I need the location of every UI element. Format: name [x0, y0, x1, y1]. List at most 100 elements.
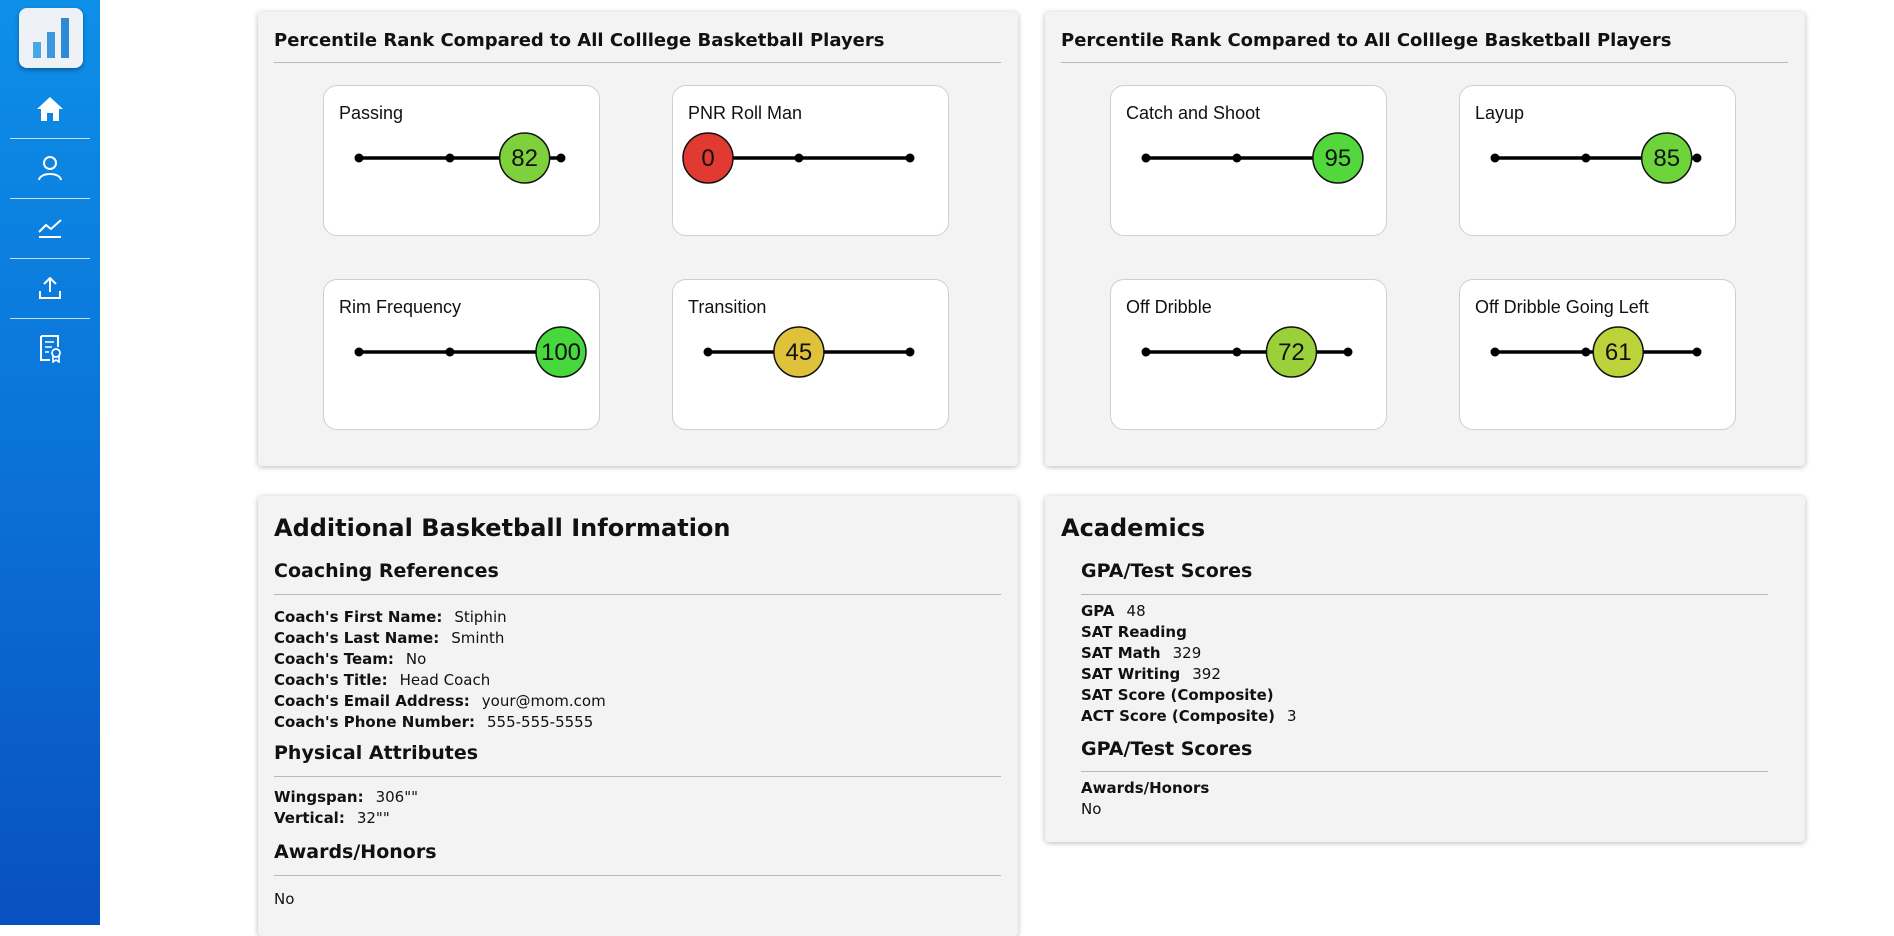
awards-heading: Awards/Honors	[274, 841, 437, 863]
metric-label: Layup	[1475, 103, 1525, 123]
home-icon	[37, 97, 63, 121]
slider-tick	[905, 347, 915, 357]
percentile-slider: 61	[1490, 326, 1702, 378]
nav-profile[interactable]	[10, 139, 90, 197]
certificate-document-icon	[40, 335, 61, 363]
percentile-card: Transition 45	[672, 279, 949, 430]
coach-last-name: Coach's Last Name: Sminth	[274, 629, 505, 647]
metric-label: Catch and Shoot	[1126, 103, 1261, 123]
percentile-value: 61	[1605, 339, 1632, 366]
academics-panel: Academics GPA/Test Scores GPA 48 SAT Read…	[1045, 496, 1805, 842]
slider-tick	[1232, 153, 1242, 163]
slider-tick	[794, 153, 804, 163]
slider-tick	[1141, 347, 1151, 357]
coach-phone: Coach's Phone Number: 555-555-5555	[274, 713, 594, 731]
coaching-references-heading: Coaching References	[274, 560, 499, 582]
metric-label: PNR Roll Man	[688, 103, 803, 123]
percentile-slider: 85	[1490, 132, 1702, 184]
percentile-panel-2: Percentile Rank Compared to All Colllege…	[1045, 12, 1805, 466]
percentile-card: Off Dribble 72	[1110, 279, 1387, 430]
percentile-slider: 45	[703, 326, 915, 378]
slider-tick	[1692, 153, 1702, 163]
percentile-value: 85	[1653, 145, 1680, 172]
percentile-slider: 100	[354, 326, 587, 378]
slider-tick	[1581, 153, 1591, 163]
percentile-slider: 95	[1141, 132, 1364, 184]
metric-label: Rim Frequency	[339, 297, 462, 317]
section-divider	[274, 776, 1001, 777]
section-title: Academics	[1061, 514, 1206, 542]
section-title: Additional Basketball Information	[274, 514, 731, 542]
metric-label: Off Dribble	[1126, 297, 1212, 317]
slider-tick	[1692, 347, 1702, 357]
nav-stats[interactable]	[10, 199, 90, 257]
gpa-row: GPA 48	[1081, 602, 1146, 620]
nav-home[interactable]	[10, 80, 90, 138]
percentile-card: Layup 85	[1459, 85, 1736, 236]
coach-first-name: Coach's First Name: Stiphin	[274, 608, 507, 626]
app-logo[interactable]	[19, 8, 83, 68]
percentile-value: 95	[1325, 145, 1352, 172]
nav-upload[interactable]	[10, 259, 90, 317]
awards-value: No	[274, 890, 295, 908]
percentile-value: 45	[786, 339, 813, 366]
section-divider	[274, 875, 1001, 876]
section-divider	[274, 594, 1001, 595]
slider-tick	[354, 153, 364, 163]
slider-tick	[1232, 347, 1242, 357]
metric-label: Transition	[688, 297, 767, 317]
percentile-value: 72	[1278, 339, 1305, 366]
slider-tick	[445, 153, 455, 163]
gpa-heading-secondary: GPA/Test Scores	[1081, 738, 1253, 760]
percentile-value: 0	[701, 145, 714, 172]
percentile-card: Passing 82	[323, 85, 600, 236]
metric-label: Off Dribble Going Left	[1475, 297, 1649, 317]
section-divider	[1081, 771, 1768, 772]
slider-tick	[1581, 347, 1591, 357]
awards-value: No	[1081, 800, 1102, 818]
percentile-panel-1: Percentile Rank Compared to All Colllege…	[258, 12, 1018, 466]
additional-info-panel: Additional Basketball Information Coachi…	[258, 496, 1018, 936]
coach-title: Coach's Title: Head Coach	[274, 671, 491, 689]
panel-title: Percentile Rank Compared to All Colllege…	[274, 30, 885, 51]
wingspan: Wingspan: 306""	[274, 788, 419, 806]
percentile-card: Off Dribble Going Left 61	[1459, 279, 1736, 430]
slider-tick	[1490, 347, 1500, 357]
slider-tick	[905, 153, 915, 163]
sat-math-row: SAT Math 329	[1081, 644, 1202, 662]
sat-composite-row: SAT Score (Composite)	[1081, 686, 1274, 704]
user-icon	[38, 156, 62, 181]
bar-chart-logo-icon	[33, 18, 69, 58]
slider-tick	[1141, 153, 1151, 163]
metric-label: Passing	[339, 103, 404, 123]
slider-tick	[1343, 347, 1353, 357]
awards-label: Awards/Honors	[1081, 779, 1210, 797]
upload-icon	[39, 276, 61, 299]
slider-tick	[1490, 153, 1500, 163]
percentile-card: Catch and Shoot 95	[1110, 85, 1387, 236]
percentile-slider: 0	[682, 132, 915, 184]
panel-divider	[274, 62, 1001, 63]
percentile-slider: 72	[1141, 326, 1353, 378]
panel-title: Percentile Rank Compared to All Colllege…	[1061, 30, 1672, 51]
percentile-value: 100	[541, 339, 581, 366]
sat-writing-row: SAT Writing 392	[1081, 665, 1221, 683]
percentile-card: PNR Roll Man 0	[672, 85, 949, 236]
act-composite-row: ACT Score (Composite) 3	[1081, 707, 1297, 725]
percentile-value: 82	[511, 145, 538, 172]
slider-tick	[556, 153, 566, 163]
sat-reading-row: SAT Reading	[1081, 623, 1187, 641]
slider-tick	[445, 347, 455, 357]
sidebar	[0, 0, 100, 925]
section-divider	[1081, 594, 1768, 595]
percentile-card: Rim Frequency 100	[323, 279, 600, 430]
coach-team: Coach's Team: No	[274, 650, 427, 668]
percentile-slider: 82	[354, 132, 566, 184]
coach-email: Coach's Email Address: your@mom.com	[274, 692, 606, 710]
nav-resume[interactable]	[10, 319, 90, 377]
vertical: Vertical: 32""	[274, 809, 390, 827]
panel-divider	[1061, 62, 1788, 63]
physical-attributes-heading: Physical Attributes	[274, 742, 479, 764]
slider-tick	[703, 347, 713, 357]
trend-chart-icon	[38, 219, 62, 238]
